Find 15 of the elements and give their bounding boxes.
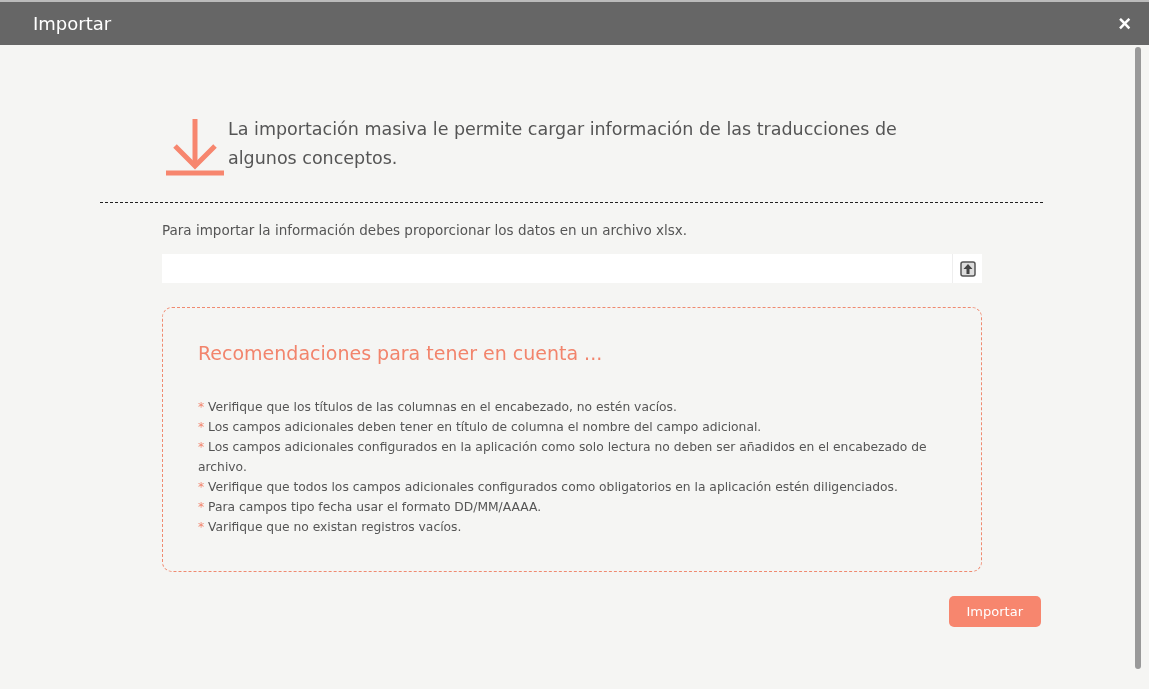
recommendation-item: * Verifique que los títulos de las columnas en el encabezado, no estén vacíos. xyxy=(198,399,678,416)
recommendation-item: * Varifique que no existan registros vacíos. xyxy=(198,519,463,536)
recommendation-item: * Los campos adicionales configurados en la aplicación como solo lectura no deben ser añadidos en el encabezado de archivo. xyxy=(198,439,928,476)
upload-icon xyxy=(959,260,976,277)
close-button[interactable]: × xyxy=(1118,10,1131,37)
scrollbar[interactable] xyxy=(1135,47,1141,669)
download-icon xyxy=(166,119,224,177)
window-title: Importar xyxy=(33,13,112,34)
upload-button[interactable] xyxy=(952,254,982,283)
recommendation-item: * Verifique que todos los campos adicionales configurados como obligatorios en la aplicación estén diligenciados. xyxy=(198,479,899,496)
recommendation-item: * Los campos adicionales deben tener en título de columna el nombre del campo adicional. xyxy=(198,419,763,436)
intro-text: La importación masiva le permite cargar información de las traducciones de algunos conceptos. xyxy=(228,118,898,170)
recommendation-item: * Para campos tipo fecha usar el formato DD/MM/AAAA. xyxy=(198,499,543,516)
recommendations-title: Recomendaciones para tener en cuenta ... xyxy=(198,342,604,364)
instruction-text: Para importar la información debes proporcionar los datos en un archivo xlsx. xyxy=(162,222,689,238)
